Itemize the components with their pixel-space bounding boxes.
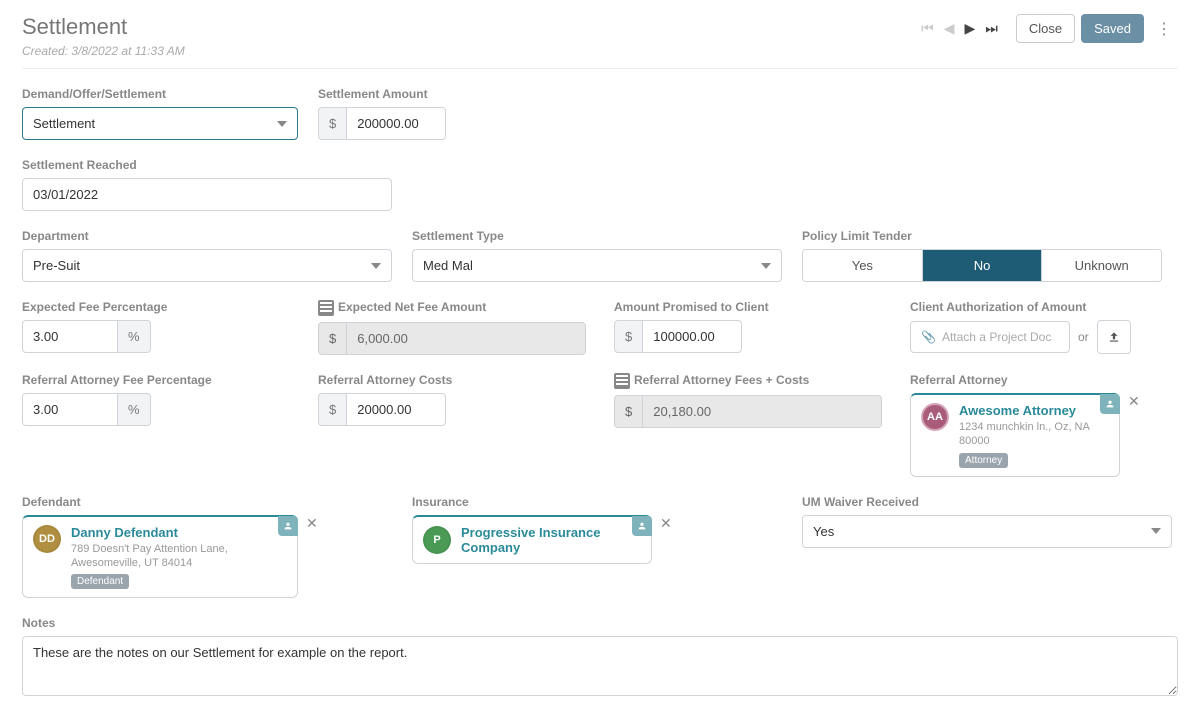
next-record-icon[interactable]: ▶ xyxy=(964,20,975,37)
settlement-reached-label: Settlement Reached xyxy=(22,158,392,172)
dollar-prefix: $ xyxy=(318,393,346,426)
chip-tag: Defendant xyxy=(71,574,129,589)
chip-corner-icon xyxy=(1100,394,1120,414)
settlement-amount-label: Settlement Amount xyxy=(318,87,446,101)
insurance-label: Insurance xyxy=(412,495,782,509)
chip-name: Danny Defendant xyxy=(71,525,287,540)
dollar-prefix: $ xyxy=(318,107,346,140)
referral-attorney-chip[interactable]: AA Awesome Attorney 1234 munchkin ln., O… xyxy=(910,393,1120,477)
notes-label: Notes xyxy=(22,616,1178,630)
department-label: Department xyxy=(22,229,392,243)
expected-fee-pct-label: Expected Fee Percentage xyxy=(22,300,298,314)
ref-atty-costs-input[interactable] xyxy=(346,393,446,426)
department-select[interactable]: Pre-Suit xyxy=(22,249,392,282)
avatar: P xyxy=(423,526,451,554)
avatar: DD xyxy=(33,525,61,553)
policy-limit-segmented: Yes No Unknown xyxy=(802,249,1162,282)
dollar-prefix: $ xyxy=(318,322,346,355)
ref-atty-fees-costs-input xyxy=(642,395,882,428)
upload-icon xyxy=(1107,330,1121,344)
calculator-icon xyxy=(318,300,334,316)
policy-limit-label: Policy Limit Tender xyxy=(802,229,1162,243)
expected-net-fee-input xyxy=(346,322,586,355)
prev-record-icon[interactable]: ◀ xyxy=(944,20,955,37)
ref-atty-fee-pct-input[interactable] xyxy=(22,393,118,426)
insurance-chip[interactable]: P Progressive Insurance Company xyxy=(412,515,652,564)
client-auth-label: Client Authorization of Amount xyxy=(910,300,1131,314)
dollar-prefix: $ xyxy=(614,395,642,428)
first-record-icon[interactable]: ⏮ xyxy=(921,20,934,37)
amount-promised-label: Amount Promised to Client xyxy=(614,300,890,314)
demand-select[interactable]: Settlement xyxy=(22,107,298,140)
calculator-icon xyxy=(614,373,630,389)
more-menu-icon[interactable]: ⋮ xyxy=(1150,15,1178,43)
ref-atty-fee-pct-label: Referral Attorney Fee Percentage xyxy=(22,373,298,387)
expected-net-fee-label: Expected Net Fee Amount xyxy=(318,300,594,316)
last-record-icon[interactable]: ⏭ xyxy=(985,20,998,37)
chip-name: Awesome Attorney xyxy=(959,403,1109,418)
defendant-label: Defendant xyxy=(22,495,392,509)
paperclip-icon: 📎 xyxy=(921,330,936,344)
chip-address: 789 Doesn't Pay Attention Lane, Awesomev… xyxy=(71,542,287,571)
settlement-amount-input[interactable] xyxy=(346,107,446,140)
attach-doc-input[interactable]: 📎 Attach a Project Doc xyxy=(910,321,1070,353)
pct-suffix: % xyxy=(118,320,151,353)
settlement-type-select[interactable]: Med Mal xyxy=(412,249,782,282)
ref-atty-costs-label: Referral Attorney Costs xyxy=(318,373,594,387)
policy-no[interactable]: No xyxy=(923,250,1043,281)
created-timestamp: Created: 3/8/2022 at 11:33 AM xyxy=(22,44,185,58)
expected-fee-pct-input[interactable] xyxy=(22,320,118,353)
policy-unknown[interactable]: Unknown xyxy=(1042,250,1161,281)
saved-button[interactable]: Saved xyxy=(1081,14,1144,43)
upload-button[interactable] xyxy=(1097,320,1131,354)
ref-atty-fees-costs-label: Referral Attorney Fees + Costs xyxy=(614,373,890,389)
policy-yes[interactable]: Yes xyxy=(803,250,923,281)
page-title: Settlement xyxy=(22,14,185,40)
amount-promised-input[interactable] xyxy=(642,320,742,353)
um-waiver-label: UM Waiver Received xyxy=(802,495,1172,509)
dollar-prefix: $ xyxy=(614,320,642,353)
ref-atty-label: Referral Attorney xyxy=(910,373,1140,387)
remove-chip-icon[interactable]: ✕ xyxy=(1128,393,1140,410)
settlement-reached-input[interactable] xyxy=(22,178,392,211)
close-button[interactable]: Close xyxy=(1016,14,1075,43)
chip-address: 1234 munchkin ln., Oz, NA 80000 xyxy=(959,420,1109,449)
remove-chip-icon[interactable]: ✕ xyxy=(306,515,318,532)
or-text: or xyxy=(1078,330,1089,344)
settlement-type-label: Settlement Type xyxy=(412,229,782,243)
pct-suffix: % xyxy=(118,393,151,426)
demand-label: Demand/Offer/Settlement xyxy=(22,87,298,101)
chip-corner-icon xyxy=(278,516,298,536)
chip-name: Progressive Insurance Company xyxy=(461,525,641,555)
notes-textarea[interactable] xyxy=(22,636,1178,696)
remove-chip-icon[interactable]: ✕ xyxy=(660,515,672,532)
avatar: AA xyxy=(921,403,949,431)
um-waiver-select[interactable]: Yes xyxy=(802,515,1172,548)
defendant-chip[interactable]: DD Danny Defendant 789 Doesn't Pay Atten… xyxy=(22,515,298,599)
chip-corner-icon xyxy=(632,516,652,536)
page-header: Settlement Created: 3/8/2022 at 11:33 AM… xyxy=(22,14,1178,69)
record-nav: ⏮ ◀ ▶ ⏭ xyxy=(921,20,998,37)
chip-tag: Attorney xyxy=(959,453,1008,468)
